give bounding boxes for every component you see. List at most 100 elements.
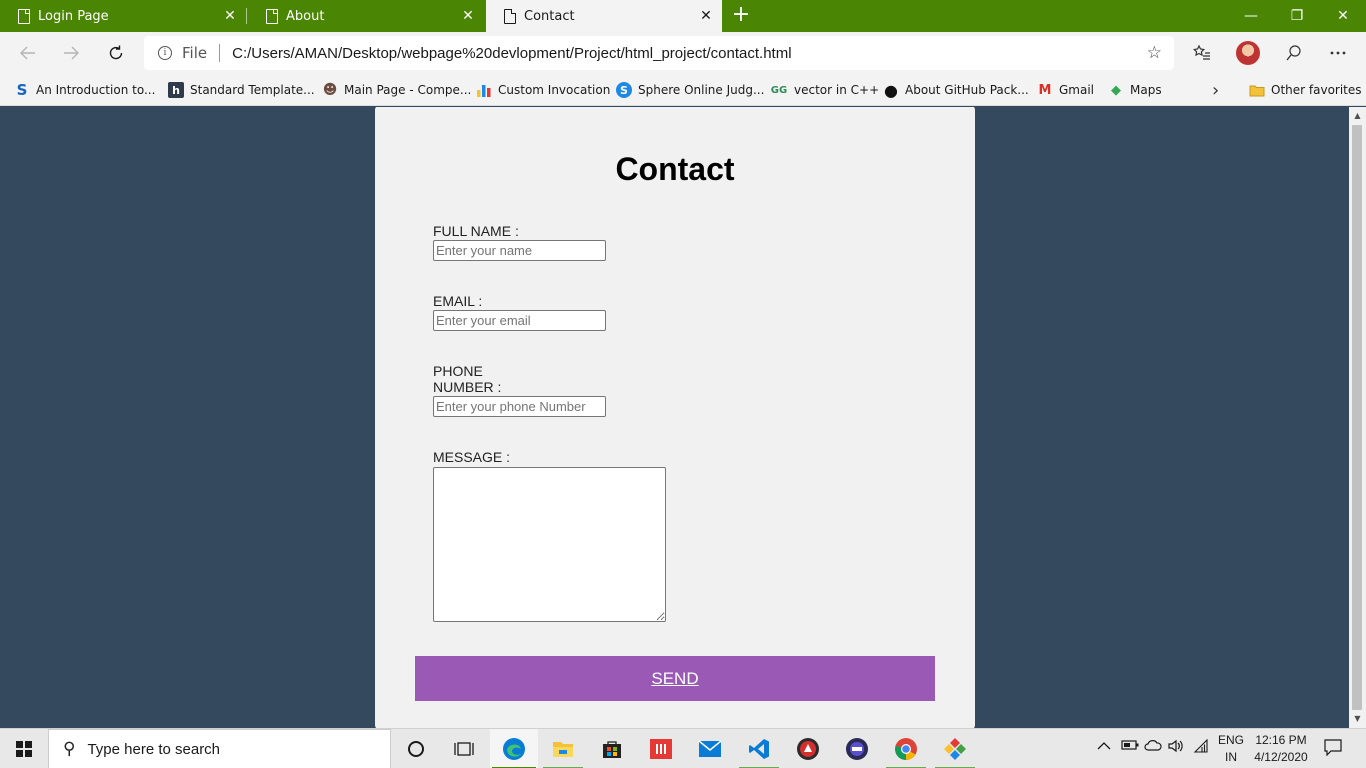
new-tab-button[interactable]: +	[729, 4, 753, 28]
input-language-indicator[interactable]: ENG IN	[1216, 732, 1246, 766]
phone-number-input[interactable]	[433, 396, 606, 417]
search-icon: ⚲	[63, 739, 76, 759]
contact-form-card: Contact FULL NAME : EMAIL : PHONE NUMBER…	[375, 107, 975, 728]
scrollbar-thumb[interactable]	[1352, 125, 1362, 710]
info-icon[interactable]: i	[158, 46, 172, 60]
favorite-label: Main Page - Compe...	[344, 83, 472, 97]
favorite-label: Standard Template...	[190, 83, 315, 97]
full-name-label: FULL NAME :	[433, 223, 519, 239]
tab-label: About	[286, 8, 325, 24]
back-arrow-icon[interactable]	[13, 38, 43, 68]
system-clock[interactable]: 12:16 PM 4/12/2020	[1248, 732, 1314, 766]
battery-icon[interactable]	[1121, 739, 1139, 755]
windows-logo-icon	[16, 741, 32, 757]
email-input[interactable]	[433, 310, 606, 331]
other-favorites[interactable]: Other favorites	[1249, 80, 1362, 100]
close-tab-icon[interactable]: ✕	[222, 8, 238, 24]
app-diamond-icon[interactable]	[931, 729, 979, 768]
language-code: ENG	[1217, 733, 1244, 747]
refresh-icon[interactable]	[101, 38, 131, 68]
forward-arrow-icon[interactable]	[56, 38, 86, 68]
favorite-star-icon[interactable]: ☆	[1147, 43, 1162, 63]
spoj-icon: S	[616, 82, 632, 98]
favorites-list-icon[interactable]	[1190, 41, 1214, 65]
office-icon[interactable]	[637, 729, 685, 768]
store-icon[interactable]	[588, 729, 636, 768]
tab-login-page[interactable]: Login Page ✕	[0, 0, 246, 32]
phone-label-line2: NUMBER :	[433, 379, 502, 395]
favorite-label: Sphere Online Judg...	[638, 83, 765, 97]
browser-toolbar: i File C:/Users/AMAN/Desktop/webpage%20d…	[0, 32, 1366, 74]
tab-divider	[246, 8, 247, 24]
close-tab-icon[interactable]: ✕	[698, 8, 714, 24]
favorite-item[interactable]: S Sphere Online Judg...	[616, 80, 764, 100]
restore-button[interactable]: ❐	[1274, 0, 1320, 32]
favorite-item[interactable]: GG vector in C++	[770, 80, 879, 100]
favorite-item[interactable]: h Standard Template...	[168, 80, 315, 100]
minimize-button[interactable]: —	[1228, 0, 1274, 32]
show-hidden-icons-chevron-icon[interactable]	[1097, 739, 1111, 755]
volume-icon[interactable]	[1167, 739, 1185, 757]
gmail-icon: M	[1038, 82, 1052, 98]
scroll-down-arrow-icon[interactable]: ▼	[1349, 712, 1366, 726]
url-text[interactable]: C:/Users/AMAN/Desktop/webpage%20devlopme…	[232, 45, 791, 62]
close-tab-icon[interactable]: ✕	[460, 8, 476, 24]
vertical-scrollbar[interactable]: ▲ ▼	[1349, 107, 1366, 728]
scroll-up-arrow-icon[interactable]: ▲	[1349, 109, 1366, 123]
favorite-item[interactable]: ● About GitHub Pack...	[883, 80, 1029, 100]
profile-avatar[interactable]	[1236, 41, 1260, 65]
send-button[interactable]: SEND	[415, 656, 935, 701]
other-favorites-label: Other favorites	[1271, 83, 1362, 97]
search-placeholder: Type here to search	[87, 740, 221, 758]
github-icon: ●	[884, 80, 898, 100]
page-icon	[266, 8, 278, 24]
cortana-icon[interactable]	[392, 729, 440, 768]
start-button[interactable]	[0, 729, 48, 768]
favorite-item[interactable]: ◆ Maps	[1108, 80, 1162, 100]
geeksforgeeks-icon: GG	[770, 84, 788, 96]
notifications-icon[interactable]	[1324, 739, 1342, 760]
app-red-icon[interactable]	[784, 729, 832, 768]
page-title: Contact	[615, 151, 735, 187]
full-name-input[interactable]	[433, 240, 606, 261]
taskbar-search-box[interactable]: ⚲ Type here to search	[48, 729, 391, 768]
address-bar[interactable]: i File C:/Users/AMAN/Desktop/webpage%20d…	[144, 36, 1174, 70]
onedrive-cloud-icon[interactable]	[1144, 739, 1162, 755]
vscode-icon[interactable]	[735, 729, 783, 768]
close-window-button[interactable]: ✕	[1320, 0, 1366, 32]
chrome-icon[interactable]	[882, 729, 930, 768]
favorite-label: Maps	[1130, 83, 1162, 97]
favorite-item[interactable]: S An Introduction to...	[14, 80, 156, 100]
message-textarea[interactable]	[433, 467, 666, 622]
favorite-label: Custom Invocation	[498, 83, 611, 97]
file-explorer-icon[interactable]	[539, 729, 587, 768]
feedback-icon[interactable]	[1282, 41, 1306, 65]
favorite-label: About GitHub Pack...	[905, 83, 1029, 97]
favorite-item[interactable]: ☻ Main Page - Compe...	[322, 80, 472, 100]
mail-icon[interactable]	[686, 729, 734, 768]
app-blue-icon[interactable]	[833, 729, 881, 768]
competitive-programming-icon: ☻	[322, 82, 338, 98]
page-icon	[504, 8, 516, 24]
page-viewport: Contact FULL NAME : EMAIL : PHONE NUMBER…	[0, 107, 1349, 728]
favorite-item[interactable]: M Gmail	[1037, 80, 1094, 100]
email-label: EMAIL :	[433, 293, 483, 309]
task-view-icon[interactable]	[440, 729, 488, 768]
tab-about[interactable]: About ✕	[248, 0, 484, 32]
region-code: IN	[1225, 750, 1237, 764]
favorites-overflow-chevron-icon[interactable]: ›	[1212, 80, 1219, 101]
tab-label: Contact	[524, 8, 575, 24]
more-icon[interactable]	[1326, 41, 1350, 65]
tab-contact[interactable]: Contact ✕	[486, 0, 722, 32]
wifi-icon[interactable]	[1193, 738, 1209, 757]
edge-icon[interactable]	[490, 729, 538, 768]
clock-date: 4/12/2020	[1254, 750, 1308, 764]
favorite-item[interactable]: Custom Invocation	[476, 80, 610, 100]
favorite-label: vector in C++	[794, 83, 880, 97]
scheme-label: File	[182, 44, 208, 62]
favorites-bar: S An Introduction to... h Standard Templ…	[0, 74, 1366, 106]
message-label: MESSAGE :	[433, 449, 511, 465]
clock-time: 12:16 PM	[1255, 733, 1307, 747]
sololearn-icon: S	[16, 81, 28, 99]
codeforces-icon	[476, 82, 492, 98]
